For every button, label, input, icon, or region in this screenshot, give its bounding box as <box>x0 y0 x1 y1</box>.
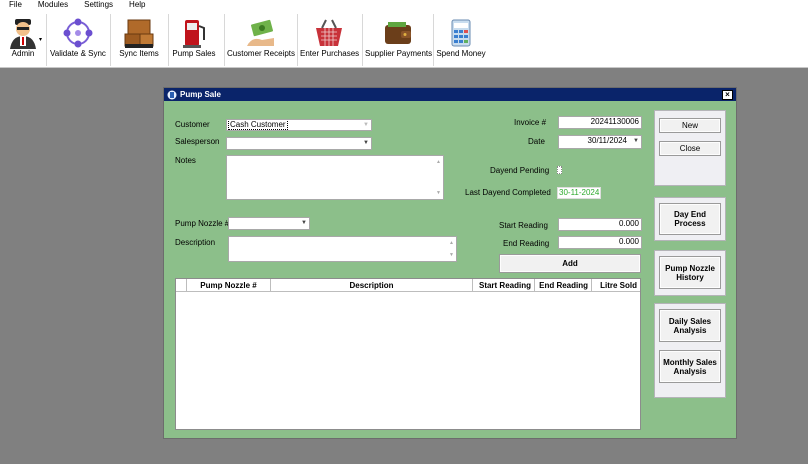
end-reading-field[interactable]: 0.000 <box>558 236 642 249</box>
description-textarea[interactable]: ▲ ▼ <box>228 236 457 262</box>
col-description[interactable]: Description <box>270 279 472 292</box>
end-reading-label: End Reading <box>503 239 550 248</box>
admin-label: Admin <box>11 49 35 58</box>
invoice-field[interactable]: 20241130006 <box>558 116 642 129</box>
col-pump-nozzle[interactable]: Pump Nozzle # <box>186 279 270 292</box>
col-start-reading[interactable]: Start Reading <box>472 279 534 292</box>
admin-button[interactable]: ▾ Admin <box>2 10 44 66</box>
toolbar: ▾ Admin Validate & Sync Sync Items Pump … <box>0 10 808 68</box>
invoice-value: 20241130006 <box>590 117 639 126</box>
invoice-label: Invoice # <box>514 118 547 127</box>
pump-nozzle-select[interactable]: ▼ <box>228 217 310 230</box>
pump-sale-dialog: Pump Sale × Customer Cash Customer ▼ Sal… <box>163 87 737 439</box>
supplier-payments-button[interactable]: Supplier Payments <box>365 10 433 66</box>
calculator-icon <box>451 19 471 47</box>
start-reading-label: Start Reading <box>499 221 548 230</box>
customer-value: Cash Customer <box>228 120 288 130</box>
pump-history-panel: Pump Nozzle History <box>654 250 726 296</box>
dialog-title: Pump Sale <box>180 90 221 99</box>
pump-sales-grid: Pump Nozzle # Description Start Reading … <box>175 278 641 430</box>
pump-nozzle-history-button[interactable]: Pump Nozzle History <box>659 256 721 289</box>
admin-dropdown-arrow-icon[interactable]: ▾ <box>39 36 42 43</box>
add-button[interactable]: Add <box>499 254 641 273</box>
app-icon <box>167 90 177 100</box>
validate-sync-button[interactable]: Validate & Sync <box>49 10 107 66</box>
enter-purchases-button[interactable]: Enter Purchases <box>300 10 360 66</box>
new-button[interactable]: New <box>659 118 721 133</box>
menu-settings[interactable]: Settings <box>75 0 120 10</box>
sync-network-icon <box>63 18 93 48</box>
start-reading-field[interactable]: 0.000 <box>558 218 642 231</box>
daily-sales-analysis-button[interactable]: Daily Sales Analysis <box>659 309 721 342</box>
actions-panel: New Close <box>654 110 726 186</box>
toolbar-separator <box>362 14 363 66</box>
pump-sales-button[interactable]: Pump Sales <box>171 10 217 66</box>
fuel-pump-icon <box>183 20 205 48</box>
sync-items-button[interactable]: Sync Items <box>113 10 165 66</box>
toolbar-separator <box>224 14 225 66</box>
day-end-panel: Day End Process <box>654 197 726 241</box>
chevron-down-icon: ▼ <box>633 138 639 144</box>
last-dayend-label: Last Dayend Completed <box>465 188 551 197</box>
dayend-pending-label: Dayend Pending <box>490 166 550 175</box>
scroll-up-icon[interactable]: ▲ <box>449 238 454 248</box>
customer-receipts-button[interactable]: Customer Receipts <box>227 10 295 66</box>
close-button[interactable]: Close <box>659 141 721 156</box>
end-reading-value: 0.000 <box>618 237 639 246</box>
analysis-panel: Daily Sales Analysis Monthly Sales Analy… <box>654 303 726 398</box>
dialog-close-button[interactable]: × <box>722 90 733 100</box>
menu-bar: File Modules Settings Help <box>0 0 808 10</box>
money-receipt-icon <box>247 19 274 46</box>
customer-select[interactable]: Cash Customer ▼ <box>226 119 372 131</box>
date-picker[interactable]: 30/11/2024 ▼ <box>558 135 642 149</box>
monthly-sales-analysis-button[interactable]: Monthly Sales Analysis <box>659 350 721 383</box>
admin-user-icon <box>10 19 36 49</box>
last-dayend-value: 30-11-2024 <box>557 187 602 199</box>
chevron-down-icon: ▼ <box>363 140 369 146</box>
scroll-up-icon[interactable]: ▲ <box>436 157 441 167</box>
dayend-pending-value <box>557 166 562 174</box>
toolbar-separator <box>110 14 111 66</box>
day-end-process-button[interactable]: Day End Process <box>659 203 721 235</box>
start-reading-value: 0.000 <box>618 219 639 228</box>
sync-items-label: Sync Items <box>119 49 159 58</box>
validate-sync-label: Validate & Sync <box>50 49 106 58</box>
menu-help[interactable]: Help <box>120 0 152 10</box>
menu-modules[interactable]: Modules <box>29 0 75 10</box>
toolbar-separator <box>433 14 434 66</box>
scroll-down-icon[interactable]: ▼ <box>449 250 454 260</box>
notes-textarea[interactable]: ▲ ▼ <box>226 155 444 200</box>
wallet-icon <box>385 22 411 44</box>
salesperson-select[interactable]: ▼ <box>226 137 372 150</box>
customer-label: Customer <box>175 120 210 129</box>
chevron-down-icon: ▼ <box>363 122 369 128</box>
description-label: Description <box>175 238 216 247</box>
shopping-basket-icon <box>316 19 342 46</box>
pump-nozzle-label: Pump Nozzle # <box>175 219 230 228</box>
toolbar-separator <box>168 14 169 66</box>
col-litre-sold[interactable]: Litre Sold <box>591 279 640 292</box>
date-label: Date <box>528 137 545 146</box>
supplier-payments-label: Supplier Payments <box>365 49 433 58</box>
toolbar-separator <box>46 14 47 66</box>
notes-label: Notes <box>175 156 196 165</box>
col-end-reading[interactable]: End Reading <box>534 279 591 292</box>
chevron-down-icon: ▼ <box>301 220 307 226</box>
enter-purchases-label: Enter Purchases <box>300 49 360 58</box>
spend-money-button[interactable]: Spend Money <box>436 10 486 66</box>
dialog-title-bar[interactable]: Pump Sale × <box>164 88 736 101</box>
salesperson-label: Salesperson <box>175 137 220 146</box>
toolbar-separator <box>297 14 298 66</box>
date-value: 30/11/2024 <box>587 136 627 145</box>
customer-receipts-label: Customer Receipts <box>227 49 296 58</box>
menu-file[interactable]: File <box>0 0 29 10</box>
boxes-icon <box>124 19 154 48</box>
pump-sales-label: Pump Sales <box>172 49 216 58</box>
spend-money-label: Spend Money <box>436 49 486 58</box>
grid-header: Pump Nozzle # Description Start Reading … <box>176 279 640 292</box>
scroll-down-icon[interactable]: ▼ <box>436 188 441 198</box>
